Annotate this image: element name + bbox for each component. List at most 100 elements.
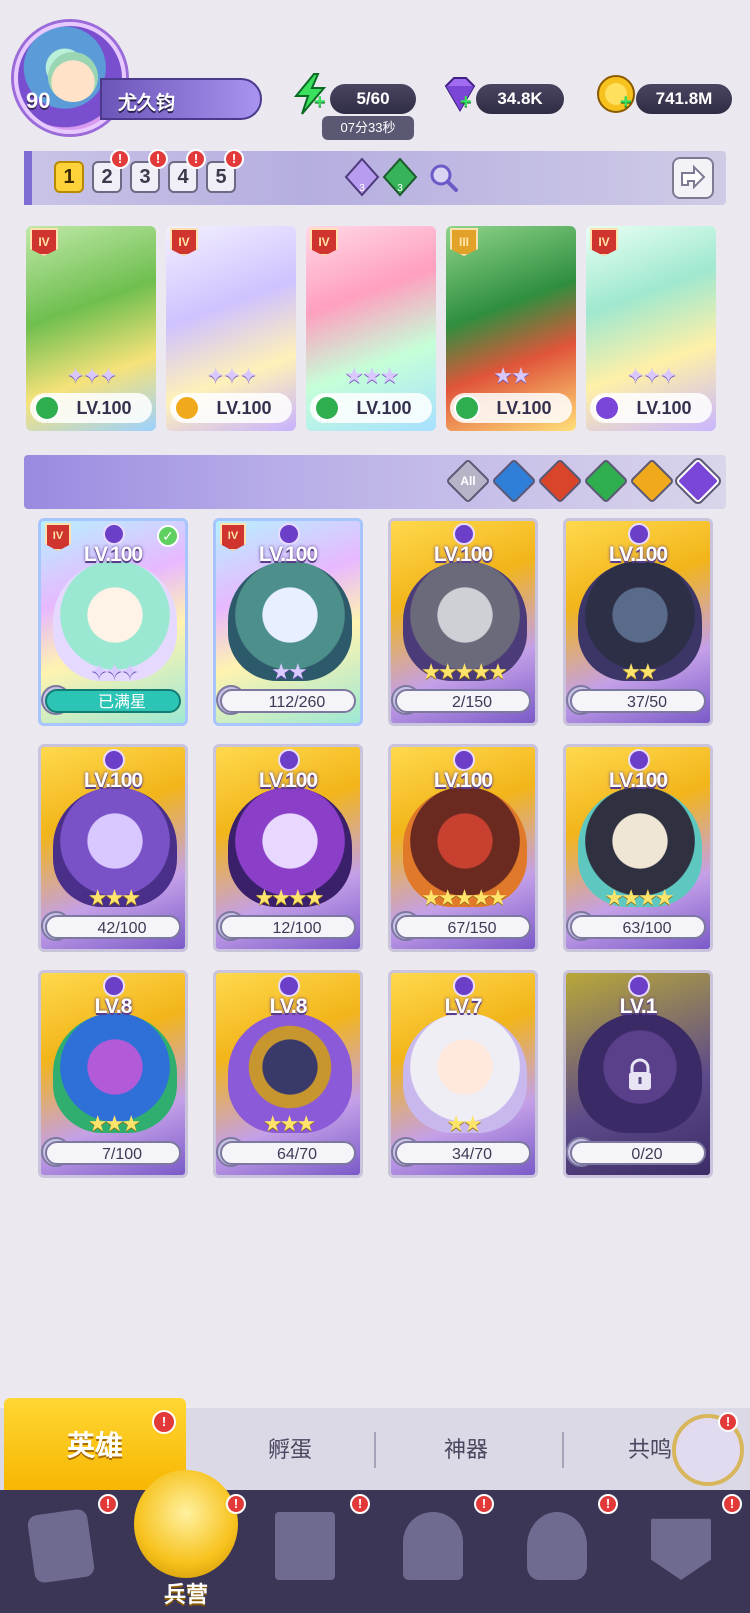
nav-guild[interactable]	[512, 1504, 602, 1594]
dark-element-icon	[453, 523, 475, 545]
hero-card-5[interactable]: LV.100 ★★★ 42/100	[38, 744, 188, 952]
player-level: 90	[26, 88, 51, 113]
gold-add-icon[interactable]: +	[620, 92, 636, 112]
share-button[interactable]	[672, 157, 714, 199]
dark-element-icon	[453, 975, 475, 997]
hero-card-1[interactable]: IV ✓ LV.100 ✦✦✦ 已满星	[38, 518, 188, 726]
shard-progress: 12/100	[220, 915, 356, 939]
player-name: 尤久钧	[118, 93, 176, 114]
hero-card-12[interactable]: LV.1 0/20	[563, 970, 713, 1178]
nav-shrine[interactable]	[388, 1504, 478, 1594]
light-element-icon	[174, 395, 200, 421]
barracks-fist-icon	[134, 1470, 238, 1578]
nature-element-icon	[314, 395, 340, 421]
shard-progress: 34/70	[395, 1141, 531, 1165]
hero-stars: ★★★★★	[421, 885, 508, 910]
energy-timer: 07分33秒	[322, 116, 414, 140]
hero-card-10[interactable]: LV.8 ★★★ 64/70	[213, 970, 363, 1178]
shard-progress: 67/150	[395, 915, 531, 939]
team-2-alert-icon: !	[110, 149, 130, 169]
dark-element-icon	[278, 975, 300, 997]
hero-card-4[interactable]: LV.100 ★★ 37/50	[563, 518, 713, 726]
nature-filter-icon[interactable]	[583, 458, 629, 504]
gold-count: 741.8M	[636, 84, 732, 114]
nav-arena-alert-icon: !	[722, 1494, 742, 1514]
player-name-bar[interactable]: 尤久钧	[100, 78, 262, 120]
dark-element-icon	[278, 749, 300, 771]
team-hero-wings: ✦✦✦	[66, 363, 117, 388]
shard-progress: 已满星	[45, 689, 181, 713]
team-hero-card-5[interactable]: IV ✦✦✦ LV.100	[586, 226, 716, 431]
shrine-icon	[403, 1512, 463, 1580]
hero-level: LV.100	[608, 543, 668, 566]
hero-stars: ★★★	[262, 1111, 316, 1136]
team-hero-stars: ★★★	[344, 363, 399, 388]
search-icon[interactable]	[424, 157, 464, 197]
hero-level: LV.7	[444, 995, 483, 1018]
team-3-alert-icon: !	[148, 149, 168, 169]
banner-icon	[651, 1518, 711, 1580]
hero-level: LV.1	[619, 995, 658, 1018]
dark-element-icon	[278, 523, 300, 545]
nav-cards-alert-icon: !	[98, 1494, 118, 1514]
hero-level: LV.100	[433, 769, 493, 792]
top-bar: 90 尤久钧 + 5/60 07分33秒 + 34.8K + 741.8M	[0, 0, 750, 140]
hero-card-3[interactable]: LV.100 ★★★★★ 2/150	[388, 518, 538, 726]
gem-add-icon[interactable]: +	[460, 92, 476, 112]
hero-level: LV.100	[258, 769, 318, 792]
hero-card-6[interactable]: LV.100 ★★★★ 12/100	[213, 744, 363, 952]
shard-progress: 63/100	[570, 915, 706, 939]
mushroom-icon	[527, 1512, 587, 1580]
hero-stars: ★★	[621, 659, 657, 684]
filter-all-button[interactable]: All	[445, 458, 491, 504]
hero-stars: ★★★★★	[421, 659, 508, 684]
shard-progress: 112/260	[220, 689, 356, 713]
nav-cards[interactable]	[16, 1504, 106, 1594]
purple-crystal-icon[interactable]: 3	[342, 157, 382, 197]
team-4-alert-icon: !	[186, 149, 206, 169]
team-hero-card-3[interactable]: IV ★★★ LV.100	[306, 226, 436, 431]
nav-map-alert-icon: !	[350, 1494, 370, 1514]
team-5-alert-icon: !	[224, 149, 244, 169]
map-icon	[275, 1512, 335, 1580]
share-icon	[681, 164, 706, 190]
hero-card-7[interactable]: LV.100 ★★★★★ 67/150	[388, 744, 538, 952]
dark-element-icon	[103, 975, 125, 997]
hero-card-9[interactable]: LV.8 ★★★ 7/100	[38, 970, 188, 1178]
nav-map[interactable]	[260, 1504, 350, 1594]
hero-stars: ★★★★	[254, 885, 325, 910]
fire-filter-icon[interactable]	[537, 458, 583, 504]
hero-stars: ★★★	[87, 1111, 141, 1136]
energy-add-icon[interactable]: +	[314, 92, 330, 112]
element-filter-bar: All	[24, 455, 726, 509]
hero-card-8[interactable]: LV.100 ★★★★ 63/100	[563, 744, 713, 952]
team-hero-card-4[interactable]: III ★★ LV.100	[446, 226, 576, 431]
hero-level: LV.100	[433, 543, 493, 566]
cards-icon	[26, 1508, 96, 1584]
dark-element-icon	[453, 749, 475, 771]
dark-element-icon	[628, 749, 650, 771]
team-hero-card-2[interactable]: IV ✦✦✦ LV.100	[166, 226, 296, 431]
tab-artifact[interactable]: 神器	[406, 1432, 526, 1468]
water-filter-icon[interactable]	[491, 458, 537, 504]
nav-barracks[interactable]: 兵营	[126, 1462, 246, 1613]
hero-card-11[interactable]: LV.7 ★★ 34/70	[388, 970, 538, 1178]
light-filter-icon[interactable]	[629, 458, 675, 504]
hero-card-2[interactable]: IV LV.100 ★★ 112/260	[213, 518, 363, 726]
green-crystal-icon[interactable]: 3	[380, 157, 420, 197]
dark-element-icon	[103, 523, 125, 545]
team-hero-wings: ✦✦✦	[626, 363, 677, 388]
nav-arena[interactable]	[636, 1504, 726, 1594]
tab-hatch[interactable]: 孵蛋	[230, 1432, 350, 1468]
hero-level: LV.100	[83, 769, 143, 792]
team-hero-card-1[interactable]: IV ✦✦✦ LV.100	[26, 226, 156, 431]
ring-alert-icon: !	[718, 1412, 738, 1432]
hero-level: LV.8	[94, 995, 133, 1018]
dark-element-icon	[628, 975, 650, 997]
shard-progress: 42/100	[45, 915, 181, 939]
hero-stars: ★★	[271, 659, 307, 684]
tab-divider	[374, 1432, 376, 1468]
heroes-tab-alert-icon: !	[152, 1410, 176, 1434]
dark-filter-icon[interactable]	[675, 458, 721, 504]
team-tab-1[interactable]: 1	[54, 161, 84, 193]
